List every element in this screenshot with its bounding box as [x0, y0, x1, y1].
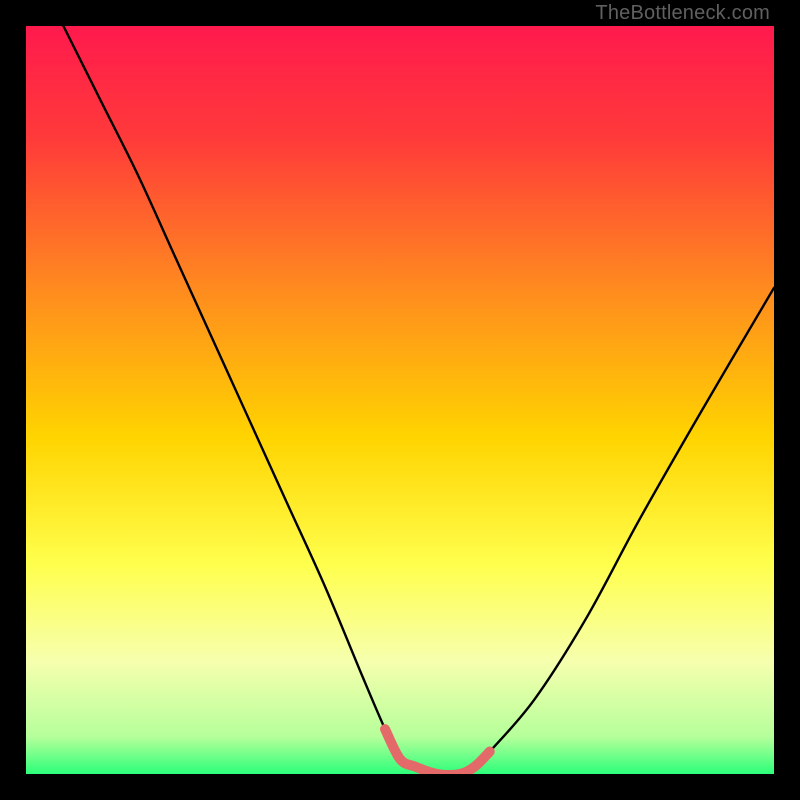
chart-frame: TheBottleneck.com [0, 0, 800, 800]
gradient-background [26, 26, 774, 774]
plot-canvas [26, 26, 774, 774]
attribution-text: TheBottleneck.com [595, 2, 770, 25]
